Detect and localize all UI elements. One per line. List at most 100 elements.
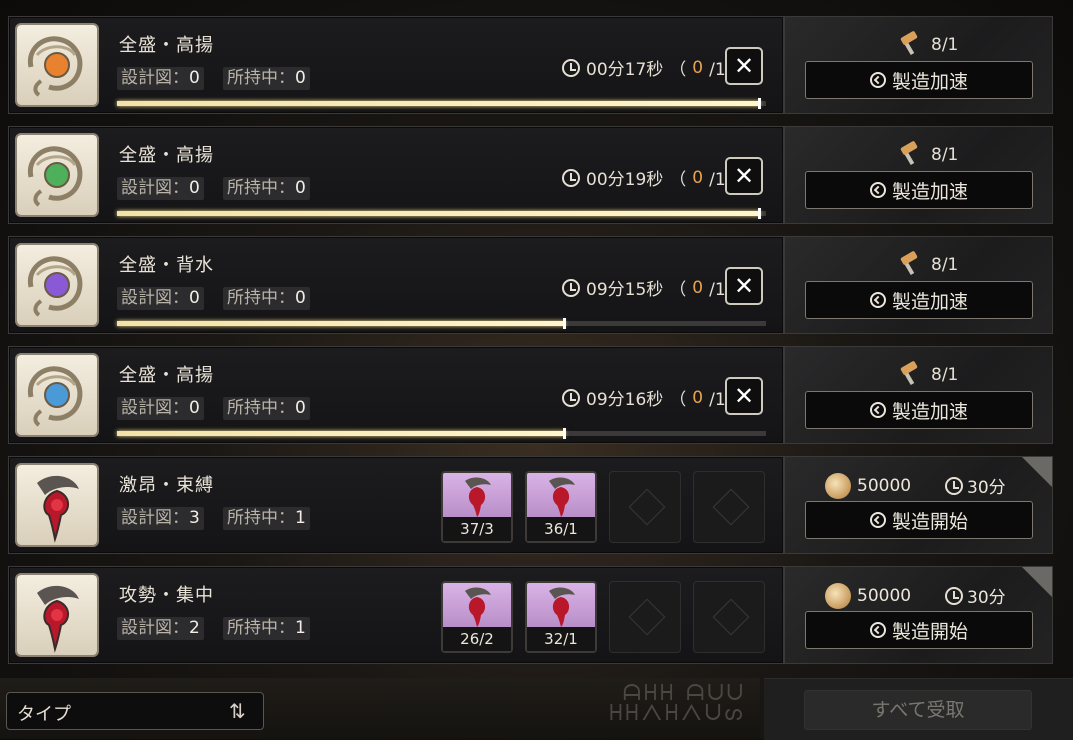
cancel-button[interactable]: ✕ — [725, 377, 763, 415]
item-icon[interactable] — [17, 135, 97, 215]
owned-value: 0 — [295, 398, 306, 418]
material-slot[interactable]: 37/3 — [441, 471, 513, 543]
craft-row-main: 全盛・背水 設計図：0 所持中：0 09分15秒（0/1） ✕ — [8, 236, 784, 334]
speedup-count: 8/1 — [931, 255, 959, 275]
owned-value: 0 — [295, 178, 306, 198]
blueprint-value: 3 — [189, 508, 200, 528]
hammer-icon — [900, 141, 918, 166]
coin-cost-value: 50000 — [857, 586, 912, 606]
gem-icon — [44, 382, 70, 408]
item-icon[interactable] — [17, 245, 97, 325]
item-name: 攻勢・集中 — [119, 585, 214, 606]
empty-material-slot — [609, 471, 681, 543]
craft-side-panel: 50000 30分 製造開始 — [784, 566, 1053, 664]
start-craft-button[interactable]: 製造開始 — [805, 501, 1033, 539]
empty-material-slot — [609, 581, 681, 653]
craft-row-main: 全盛・高揚 設計図：0 所持中：0 00分17秒（0/1） ✕ — [8, 16, 784, 114]
blueprint-label: 設計図： — [121, 618, 189, 638]
sort-icon[interactable]: ⇅ — [229, 699, 246, 723]
progress-fill — [117, 211, 760, 216]
gem-icon — [44, 272, 70, 298]
progress-fill — [117, 101, 760, 106]
ornament-icon — [27, 36, 83, 97]
type-filter-dropdown[interactable]: タイプ ⇅ — [6, 692, 264, 730]
blueprint-stat: 設計図：0 — [117, 177, 204, 200]
cancel-button[interactable]: ✕ — [725, 267, 763, 305]
clock-icon — [562, 278, 580, 297]
speedup-count: 8/1 — [931, 35, 959, 55]
blueprint-label: 設計図： — [121, 288, 189, 308]
item-icon[interactable] — [17, 575, 97, 655]
type-filter-label: タイプ — [17, 704, 71, 725]
timer-count: 0 — [692, 167, 704, 188]
coin-cost-value: 50000 — [857, 476, 912, 496]
speedup-icon — [869, 402, 886, 418]
material-icon — [465, 477, 491, 517]
progress-bar — [117, 98, 766, 109]
cancel-button[interactable]: ✕ — [725, 157, 763, 195]
owned-stat: 所持中：1 — [223, 617, 310, 640]
craft-row-main: 激昂・束縛 設計図：3 所持中：1 37/3 36/1 — [8, 456, 784, 554]
clock-icon — [562, 388, 580, 407]
start-craft-label: 製造開始 — [891, 510, 968, 533]
craft-row-main: 全盛・高揚 設計図：0 所持中：0 00分19秒（0/1） ✕ — [8, 126, 784, 224]
craft-row-1: 全盛・高揚 設計図：0 所持中：0 00分17秒（0/1） ✕ 8/1 製造加速 — [8, 16, 1053, 114]
owned-stat: 所持中：0 — [223, 397, 310, 420]
owned-stat: 所持中：0 — [223, 287, 310, 310]
blueprint-label: 設計図： — [121, 508, 189, 528]
cancel-button[interactable]: ✕ — [725, 47, 763, 85]
material-count: 36/1 — [527, 517, 595, 541]
speedup-button[interactable]: 製造加速 — [805, 171, 1033, 209]
craft-row-4: 全盛・高揚 設計図：0 所持中：0 09分16秒（0/1） ✕ 8/1 製造加速 — [8, 346, 1053, 444]
pendant-icon — [37, 585, 79, 653]
item-icon[interactable] — [17, 465, 97, 545]
owned-stat: 所持中：1 — [223, 507, 310, 530]
pendant-icon — [37, 475, 79, 543]
blueprint-value: 0 — [189, 178, 200, 198]
item-name: 全盛・高揚 — [119, 365, 214, 386]
craft-row-3: 全盛・背水 設計図：0 所持中：0 09分15秒（0/1） ✕ 8/1 製造加速 — [8, 236, 1053, 334]
hammer-icon — [900, 251, 918, 276]
speedup-label: 製造加速 — [891, 70, 968, 93]
speedup-label: 製造加速 — [891, 180, 968, 203]
craft-side-panel: 8/1 製造加速 — [784, 16, 1053, 114]
progress-bar — [117, 208, 766, 219]
empty-slot-icon — [628, 488, 666, 526]
speedup-button[interactable]: 製造加速 — [805, 391, 1033, 429]
owned-label: 所持中： — [227, 398, 295, 418]
craft-side-panel: 8/1 製造加速 — [784, 346, 1053, 444]
speedup-label: 製造加速 — [891, 400, 968, 423]
material-slot[interactable]: 26/2 — [441, 581, 513, 653]
gem-icon — [44, 52, 70, 78]
speedup-button[interactable]: 製造加速 — [805, 281, 1033, 319]
material-count: 32/1 — [527, 627, 595, 651]
ornament-icon — [27, 256, 83, 317]
material-count: 26/2 — [443, 627, 511, 651]
item-icon[interactable] — [17, 355, 97, 435]
blueprint-value: 0 — [189, 68, 200, 88]
owned-value: 1 — [295, 618, 306, 638]
ornament-icon — [27, 146, 83, 207]
progress-fill — [117, 321, 565, 326]
speedup-icon — [869, 182, 886, 198]
receive-all-button[interactable]: すべて受取 — [804, 690, 1032, 730]
pin-icon[interactable] — [1022, 567, 1052, 597]
speedup-button[interactable]: 製造加速 — [805, 61, 1033, 99]
timer-time: 00分19秒 — [586, 170, 664, 190]
start-craft-label: 製造開始 — [891, 620, 968, 643]
material-slot[interactable]: 36/1 — [525, 471, 597, 543]
progress-bar — [117, 428, 766, 439]
craft-row-main: 攻勢・集中 設計図：2 所持中：1 26/2 32/1 — [8, 566, 784, 664]
material-count: 37/3 — [443, 517, 511, 541]
progress-tip — [757, 98, 761, 109]
speedup-icon — [869, 72, 886, 88]
item-icon[interactable] — [17, 25, 97, 105]
empty-material-slot — [693, 581, 765, 653]
material-slot[interactable]: 32/1 — [525, 581, 597, 653]
blueprint-label: 設計図： — [121, 178, 189, 198]
time-cost: 30分 — [945, 473, 1006, 498]
pin-icon[interactable] — [1022, 457, 1052, 487]
time-cost-value: 30分 — [967, 588, 1006, 608]
start-craft-button[interactable]: 製造開始 — [805, 611, 1033, 649]
owned-label: 所持中： — [227, 68, 295, 88]
